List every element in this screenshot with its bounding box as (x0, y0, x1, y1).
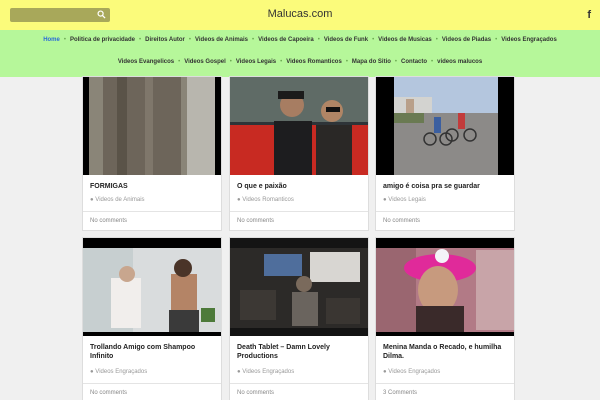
facebook-icon[interactable]: f (587, 9, 591, 21)
post-title[interactable]: Menina Manda o Recado, e humilha Dilma. (383, 343, 509, 361)
nav-item[interactable]: Politica de privacidade (66, 37, 139, 43)
nav-item[interactable]: Contacto (397, 59, 431, 65)
nav-item[interactable]: Videos Gospel (180, 59, 230, 65)
divider (230, 211, 368, 212)
nav-item[interactable]: Videos de Musicas (374, 37, 436, 43)
post-card[interactable]: Trollando Amigo com Shampoo Infinito ● V… (82, 237, 222, 400)
post-card[interactable]: Menina Manda o Recado, e humilha Dilma. … (375, 237, 515, 400)
nav-item[interactable]: Videos de Animais (191, 37, 252, 43)
nav-item[interactable]: Home (39, 37, 64, 43)
post-title[interactable]: FORMIGAS (90, 182, 216, 191)
video-thumbnail-studio[interactable] (230, 238, 368, 336)
post-category[interactable]: ● Videos Legais (383, 197, 426, 203)
nav-row-secondary: Videos Evangelicos • Videos Gospel • Videos … (0, 59, 600, 65)
video-thumbnail-tree[interactable] (83, 77, 221, 175)
divider (83, 211, 221, 212)
site-header: Malucas.com f (0, 0, 600, 30)
nav-item[interactable]: Videos Romanticos (282, 59, 346, 65)
nav-item[interactable]: Videos de Capoeira (254, 37, 318, 43)
nav-item[interactable]: Mapa do Sitio (348, 59, 395, 65)
nav-item[interactable]: Videos de Funk (320, 37, 372, 43)
nav-item[interactable]: Videos de Piadas (438, 37, 495, 43)
post-comments[interactable]: No comments (383, 218, 420, 224)
nav-item[interactable]: Direitos Autor (141, 37, 189, 43)
main-navigation: Home • Politica de privacidade • Direitos Au… (0, 30, 600, 77)
nav-item[interactable]: Videos Engraçados (497, 37, 561, 43)
post-comments[interactable]: No comments (237, 390, 274, 396)
post-card[interactable]: amigo é coisa pra se guardar ● Videos Le… (375, 76, 515, 231)
post-title[interactable]: Trollando Amigo com Shampoo Infinito (90, 343, 216, 361)
post-title[interactable]: O que e paixão (237, 182, 363, 191)
nav-item[interactable]: Videos Legais (232, 59, 280, 65)
post-comments[interactable]: No comments (90, 390, 127, 396)
post-title[interactable]: amigo é coisa pra se guardar (383, 182, 509, 191)
divider (376, 211, 514, 212)
post-comments[interactable]: No comments (237, 218, 274, 224)
divider (83, 383, 221, 384)
post-category[interactable]: ● Videos Engraçados (90, 369, 147, 375)
nav-row-primary: Home • Politica de privacidade • Direitos Au… (0, 37, 600, 43)
post-category[interactable]: ● Videos de Animais (90, 197, 145, 203)
nav-item[interactable]: videos malucos (433, 59, 486, 65)
post-category[interactable]: ● Videos Engraçados (237, 369, 294, 375)
post-card[interactable]: FORMIGAS ● Videos de Animais No comments (82, 76, 222, 231)
post-comments[interactable]: No comments (90, 218, 127, 224)
video-thumbnail-two-boys[interactable] (230, 77, 368, 175)
post-comments[interactable]: 3 Comments (383, 390, 417, 396)
site-title[interactable]: Malucas.com (0, 8, 600, 20)
video-thumbnail-girl[interactable] (376, 238, 514, 336)
post-title[interactable]: Death Tablet – Damn Lovely Productions (237, 343, 363, 361)
nav-item[interactable]: Videos Evangelicos (114, 59, 178, 65)
post-card[interactable]: Death Tablet – Damn Lovely Productions ●… (229, 237, 369, 400)
post-category[interactable]: ● Videos Romanticos (237, 197, 294, 203)
video-thumbnail-shampoo[interactable] (83, 238, 221, 336)
post-card[interactable]: O que e paixão ● Videos Romanticos No co… (229, 76, 369, 231)
video-thumbnail-bikes[interactable] (376, 77, 514, 175)
divider (376, 383, 514, 384)
divider (230, 383, 368, 384)
post-category[interactable]: ● Videos Engraçados (383, 369, 440, 375)
